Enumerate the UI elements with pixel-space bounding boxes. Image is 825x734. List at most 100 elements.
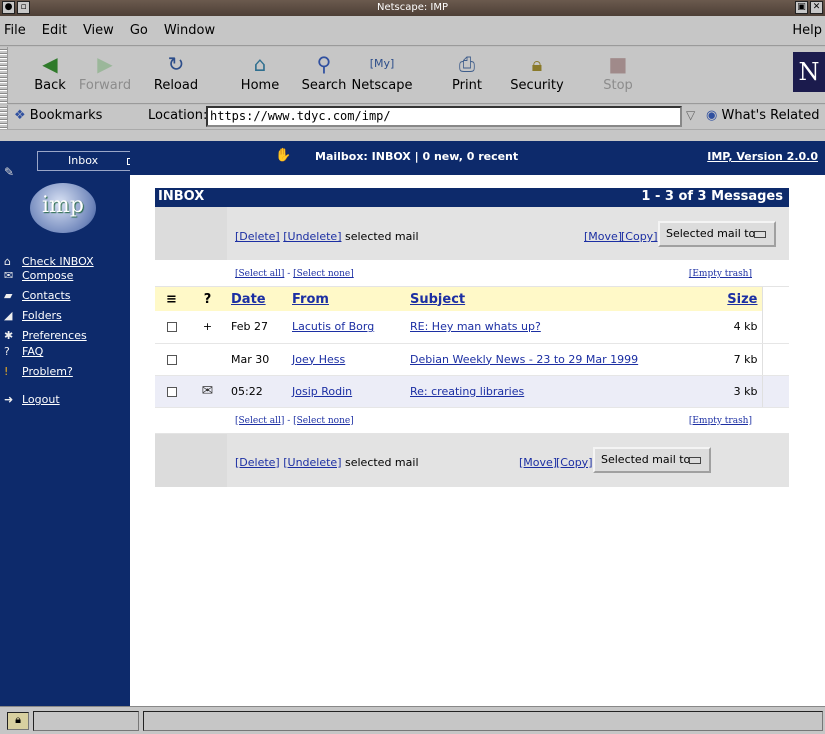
selected-mail-text: selected mail	[341, 230, 419, 243]
from-column-header[interactable]: From	[288, 287, 406, 311]
selected-mail-to-select[interactable]: Selected mail to:	[593, 446, 711, 473]
top-delete-actions: [Delete] [Undelete] selected mail	[235, 230, 419, 243]
toolbar-grip[interactable]	[0, 47, 8, 104]
select-all-link[interactable]: [Select all]	[235, 269, 284, 279]
message-subject-link[interactable]: RE: Hey man whats up?	[410, 320, 541, 333]
search-label: Search	[301, 78, 347, 93]
location-url-input[interactable]: https://www.tdyc.com/imp/	[206, 106, 682, 127]
empty-trash-link[interactable]: [Empty trash]	[689, 269, 752, 279]
message-from-link[interactable]: Joey Hess	[292, 353, 345, 366]
copy-link[interactable]: [Copy]	[556, 456, 593, 469]
undelete-link[interactable]: [Undelete]	[283, 230, 341, 243]
inbox-header: INBOX 1 - 3 of 3 Messages	[155, 188, 789, 207]
stop-icon: ■	[608, 52, 628, 76]
message-subject-link[interactable]: Re: creating libraries	[410, 385, 524, 398]
whats-related-icon: ◉	[706, 108, 718, 123]
message-from-link[interactable]: Lacutis of Borg	[292, 320, 374, 333]
personal-toolbar-collapsed[interactable]	[0, 129, 825, 141]
message-checkbox[interactable]	[166, 354, 177, 365]
sidebar-item-logout[interactable]: ➜ Logout	[4, 393, 94, 413]
sidebar-nav: ⌂ Check INBOX ✉ Compose ▰ Contacts ◢ Folders…	[4, 255, 94, 413]
table-row[interactable]: ✉ 05:22 Josip Rodin Re: creating librari…	[155, 375, 789, 408]
menu-file[interactable]: File	[0, 23, 34, 38]
menu-view[interactable]: View	[75, 23, 122, 38]
sidebar-item-problem[interactable]: ! Problem?	[4, 365, 94, 385]
search-button[interactable]: ⚲ Search	[292, 50, 356, 93]
table-row[interactable]: + Feb 27 Lacutis of Borg RE: Hey man wha…	[155, 311, 789, 344]
netscape-logo[interactable]: N	[793, 52, 825, 92]
mailbox-icon: ✋	[275, 148, 292, 163]
imp-version-link[interactable]: IMP, Version 2.0.0	[707, 150, 818, 163]
sidebar-item-faq[interactable]: ? FAQ	[4, 345, 94, 365]
envelope-icon: ✉	[201, 383, 214, 399]
back-label: Back	[34, 78, 66, 93]
maximize-icon[interactable]: ▣	[795, 1, 808, 14]
sidebar-item-label: Folders	[22, 309, 62, 322]
home-button[interactable]: ⌂ Home	[228, 50, 292, 93]
message-date: Feb 27	[227, 311, 288, 344]
menu-edit[interactable]: Edit	[34, 23, 75, 38]
location-label: Location:	[148, 108, 208, 123]
sidebar-item-folders[interactable]: ◢ Folders	[4, 309, 94, 329]
netscape-button[interactable]: [My] Netscape	[350, 50, 414, 93]
question-icon: ?	[4, 345, 10, 358]
window-shade-icon[interactable]: ▫	[17, 1, 30, 14]
bookmarks-button[interactable]: ❖ Bookmarks	[14, 108, 102, 123]
message-checkbox[interactable]	[166, 322, 177, 333]
select-none-link[interactable]: [Select none]	[293, 269, 354, 279]
sidebar-item-compose[interactable]: ✉ Compose	[4, 269, 94, 289]
location-grip[interactable]	[0, 105, 8, 129]
message-checkbox[interactable]	[166, 386, 177, 397]
bottom-actions-row: [Delete] [Undelete] selected mail [Move]…	[155, 433, 789, 488]
menu-help[interactable]: Help	[784, 23, 825, 38]
message-size: 3 kb	[722, 375, 762, 408]
security-button[interactable]: 🔒︎ Security	[505, 50, 569, 93]
whats-related-button[interactable]: ◉ What's Related	[706, 108, 820, 123]
message-from-link[interactable]: Josip Rodin	[292, 385, 352, 398]
subject-column-header[interactable]: Subject	[406, 287, 722, 311]
move-link[interactable]: [Move]	[519, 456, 557, 469]
message-size: 7 kb	[722, 343, 762, 376]
folder-select-value: Inbox	[68, 154, 99, 167]
search-icon: ⚲	[316, 52, 332, 76]
top-actions-row: [Delete] [Undelete] selected mail [Move]…	[155, 207, 789, 261]
message-range: 1 - 3 of 3 Messages	[641, 189, 783, 204]
close-icon[interactable]: ✕	[810, 1, 823, 14]
message-flag	[188, 343, 227, 376]
size-column-header[interactable]: Size	[722, 287, 762, 311]
menu-window[interactable]: Window	[156, 23, 223, 38]
reload-icon: ↻	[167, 52, 185, 76]
window-menu-icon[interactable]: ●	[2, 1, 15, 14]
stop-button[interactable]: ■ Stop	[586, 50, 650, 93]
sidebar-item-label: Check INBOX	[22, 255, 94, 268]
menu-go[interactable]: Go	[122, 23, 156, 38]
forward-button[interactable]: ▶ Forward	[73, 50, 137, 93]
select-all-link[interactable]: [Select all]	[235, 416, 284, 426]
move-link[interactable]: [Move]	[584, 230, 622, 243]
imp-header: ✋ Mailbox: INBOX | 0 new, 0 recent IMP, …	[130, 141, 825, 175]
message-subject-link[interactable]: Debian Weekly News - 23 to 29 Mar 1999	[410, 353, 638, 366]
selected-mail-to-label: Selected mail to:	[666, 227, 759, 240]
undelete-link[interactable]: [Undelete]	[283, 456, 341, 469]
sort-icon[interactable]: ≡	[155, 287, 188, 311]
date-column-header[interactable]: Date	[227, 287, 288, 311]
empty-trash-link[interactable]: [Empty trash]	[689, 416, 752, 426]
copy-link[interactable]: [Copy]	[621, 230, 658, 243]
pencil-icon: ✎	[4, 165, 15, 179]
print-button[interactable]: ⎙ Print	[435, 50, 499, 93]
sidebar-item-contacts[interactable]: ▰ Contacts	[4, 289, 94, 309]
select-none-link[interactable]: [Select none]	[293, 416, 354, 426]
flag-column-header[interactable]: ?	[188, 287, 227, 311]
delete-link[interactable]: [Delete]	[235, 456, 280, 469]
preferences-icon: ✱	[4, 329, 14, 342]
location-dropdown-icon[interactable]: ▽	[686, 108, 695, 122]
security-status-icon[interactable]: 🔒︎	[7, 712, 29, 730]
selected-mail-to-select[interactable]: Selected mail to:	[658, 221, 776, 247]
reload-button[interactable]: ↻ Reload	[144, 50, 208, 93]
selected-mail-to-label: Selected mail to:	[601, 452, 694, 466]
navigation-toolbar: ◀ Back ▶ Forward ↻ Reload ⌂ Home ⚲ Searc…	[0, 47, 825, 104]
reload-label: Reload	[153, 78, 199, 93]
delete-link[interactable]: [Delete]	[235, 230, 280, 243]
table-row[interactable]: Mar 30 Joey Hess Debian Weekly News - 23…	[155, 343, 789, 376]
message-date: 05:22	[227, 375, 288, 408]
